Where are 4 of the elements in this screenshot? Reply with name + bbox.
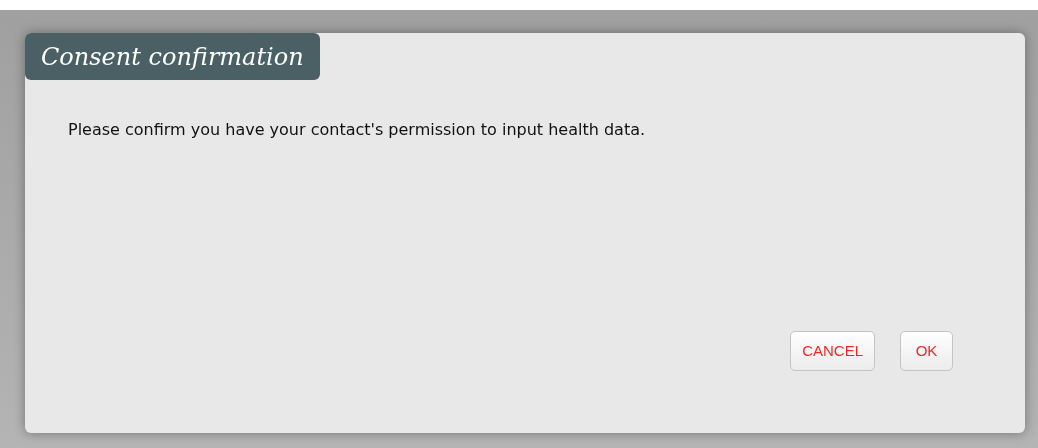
dialog-title: Consent confirmation [25, 33, 320, 80]
dialog-button[interactable]: OK [900, 331, 953, 371]
dialog-message: Please confirm you have your contact's permission to input health data. [68, 120, 646, 139]
dialog-button[interactable]: CANCEL [790, 331, 875, 371]
